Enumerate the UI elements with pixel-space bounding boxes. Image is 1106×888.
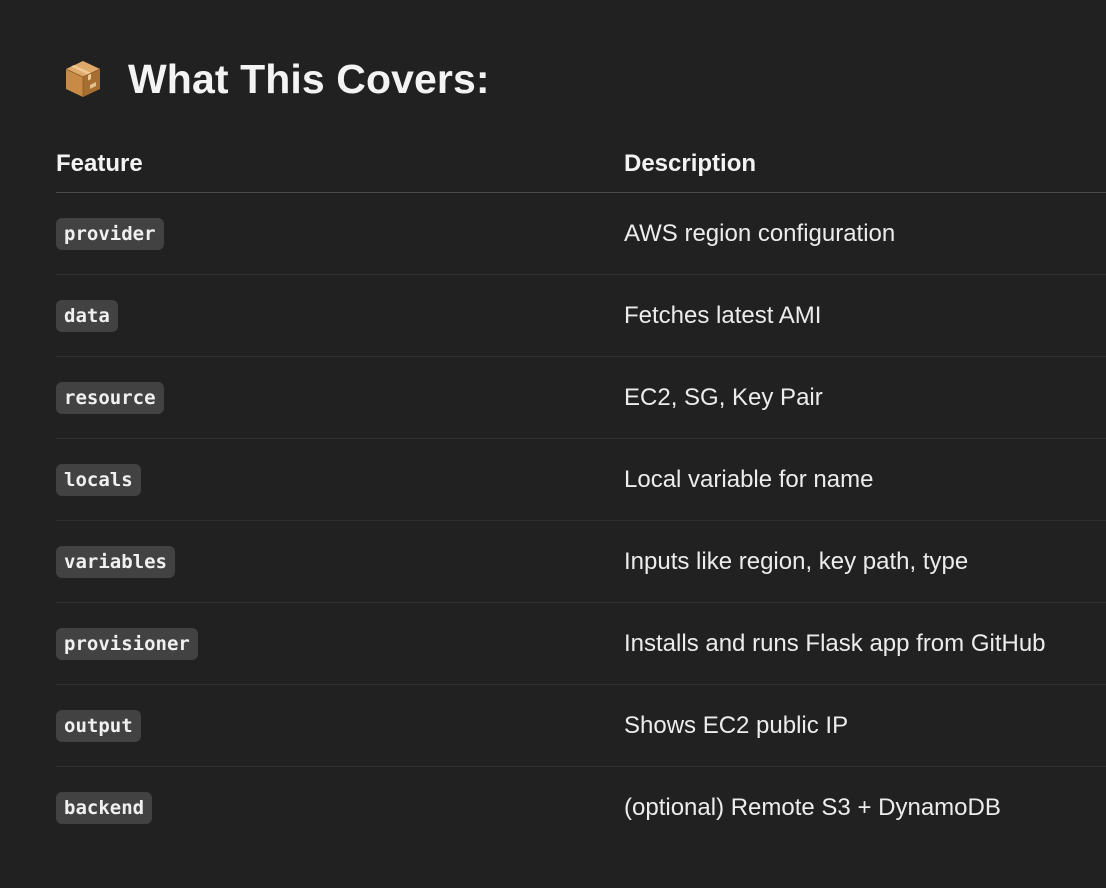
description-cell: (optional) Remote S3 + DynamoDB bbox=[624, 793, 1001, 821]
table-row: variables Inputs like region, key path, … bbox=[56, 520, 1106, 603]
feature-code: output bbox=[56, 709, 141, 742]
table-row: provisioner Installs and runs Flask app … bbox=[56, 602, 1106, 685]
feature-cell: provider bbox=[56, 192, 624, 275]
table-row: provider AWS region configuration bbox=[56, 192, 1106, 275]
feature-cell: provisioner bbox=[56, 602, 624, 685]
description-cell: Installs and runs Flask app from GitHub bbox=[624, 602, 1106, 685]
table-header-row: Feature Description bbox=[56, 136, 1106, 193]
description-cell: Shows EC2 public IP bbox=[624, 684, 1106, 767]
feature-cell: resource bbox=[56, 356, 624, 439]
feature-code: provider bbox=[56, 217, 164, 250]
table-row: data Fetches latest AMI bbox=[56, 274, 1106, 357]
description-cell: Inputs like region, key path, type bbox=[624, 520, 1106, 603]
feature-cell: output bbox=[56, 684, 624, 767]
feature-cell: locals bbox=[56, 438, 624, 521]
feature-code: resource bbox=[56, 381, 164, 414]
feature-code: backend bbox=[56, 791, 153, 824]
feature-cell: variables bbox=[56, 520, 624, 603]
table-row: locals Local variable for name bbox=[56, 438, 1106, 521]
package-icon bbox=[62, 58, 104, 100]
column-header-description: Description bbox=[624, 136, 1106, 193]
feature-code: data bbox=[56, 299, 118, 332]
section-title: What This Covers: bbox=[128, 55, 490, 102]
feature-cell: backend bbox=[56, 767, 624, 849]
table-row: backend (optional) Remote S3 + DynamoDB bbox=[56, 767, 1106, 849]
feature-code: variables bbox=[56, 545, 175, 578]
description-cell: EC2, SG, Key Pair bbox=[624, 356, 1106, 439]
features-table: Feature Description provider AWS region … bbox=[56, 136, 1106, 848]
feature-code: locals bbox=[56, 463, 141, 496]
feature-cell: data bbox=[56, 274, 624, 357]
description-cell: AWS region configuration bbox=[624, 192, 1106, 275]
feature-code: provisioner bbox=[56, 627, 198, 660]
description-cell: Fetches latest AMI bbox=[624, 274, 1106, 357]
section-heading: What This Covers: bbox=[62, 50, 490, 108]
column-header-feature: Feature bbox=[56, 136, 624, 193]
description-cell: Local variable for name bbox=[624, 438, 1106, 521]
table-row: resource EC2, SG, Key Pair bbox=[56, 356, 1106, 439]
table-row: output Shows EC2 public IP bbox=[56, 684, 1106, 767]
